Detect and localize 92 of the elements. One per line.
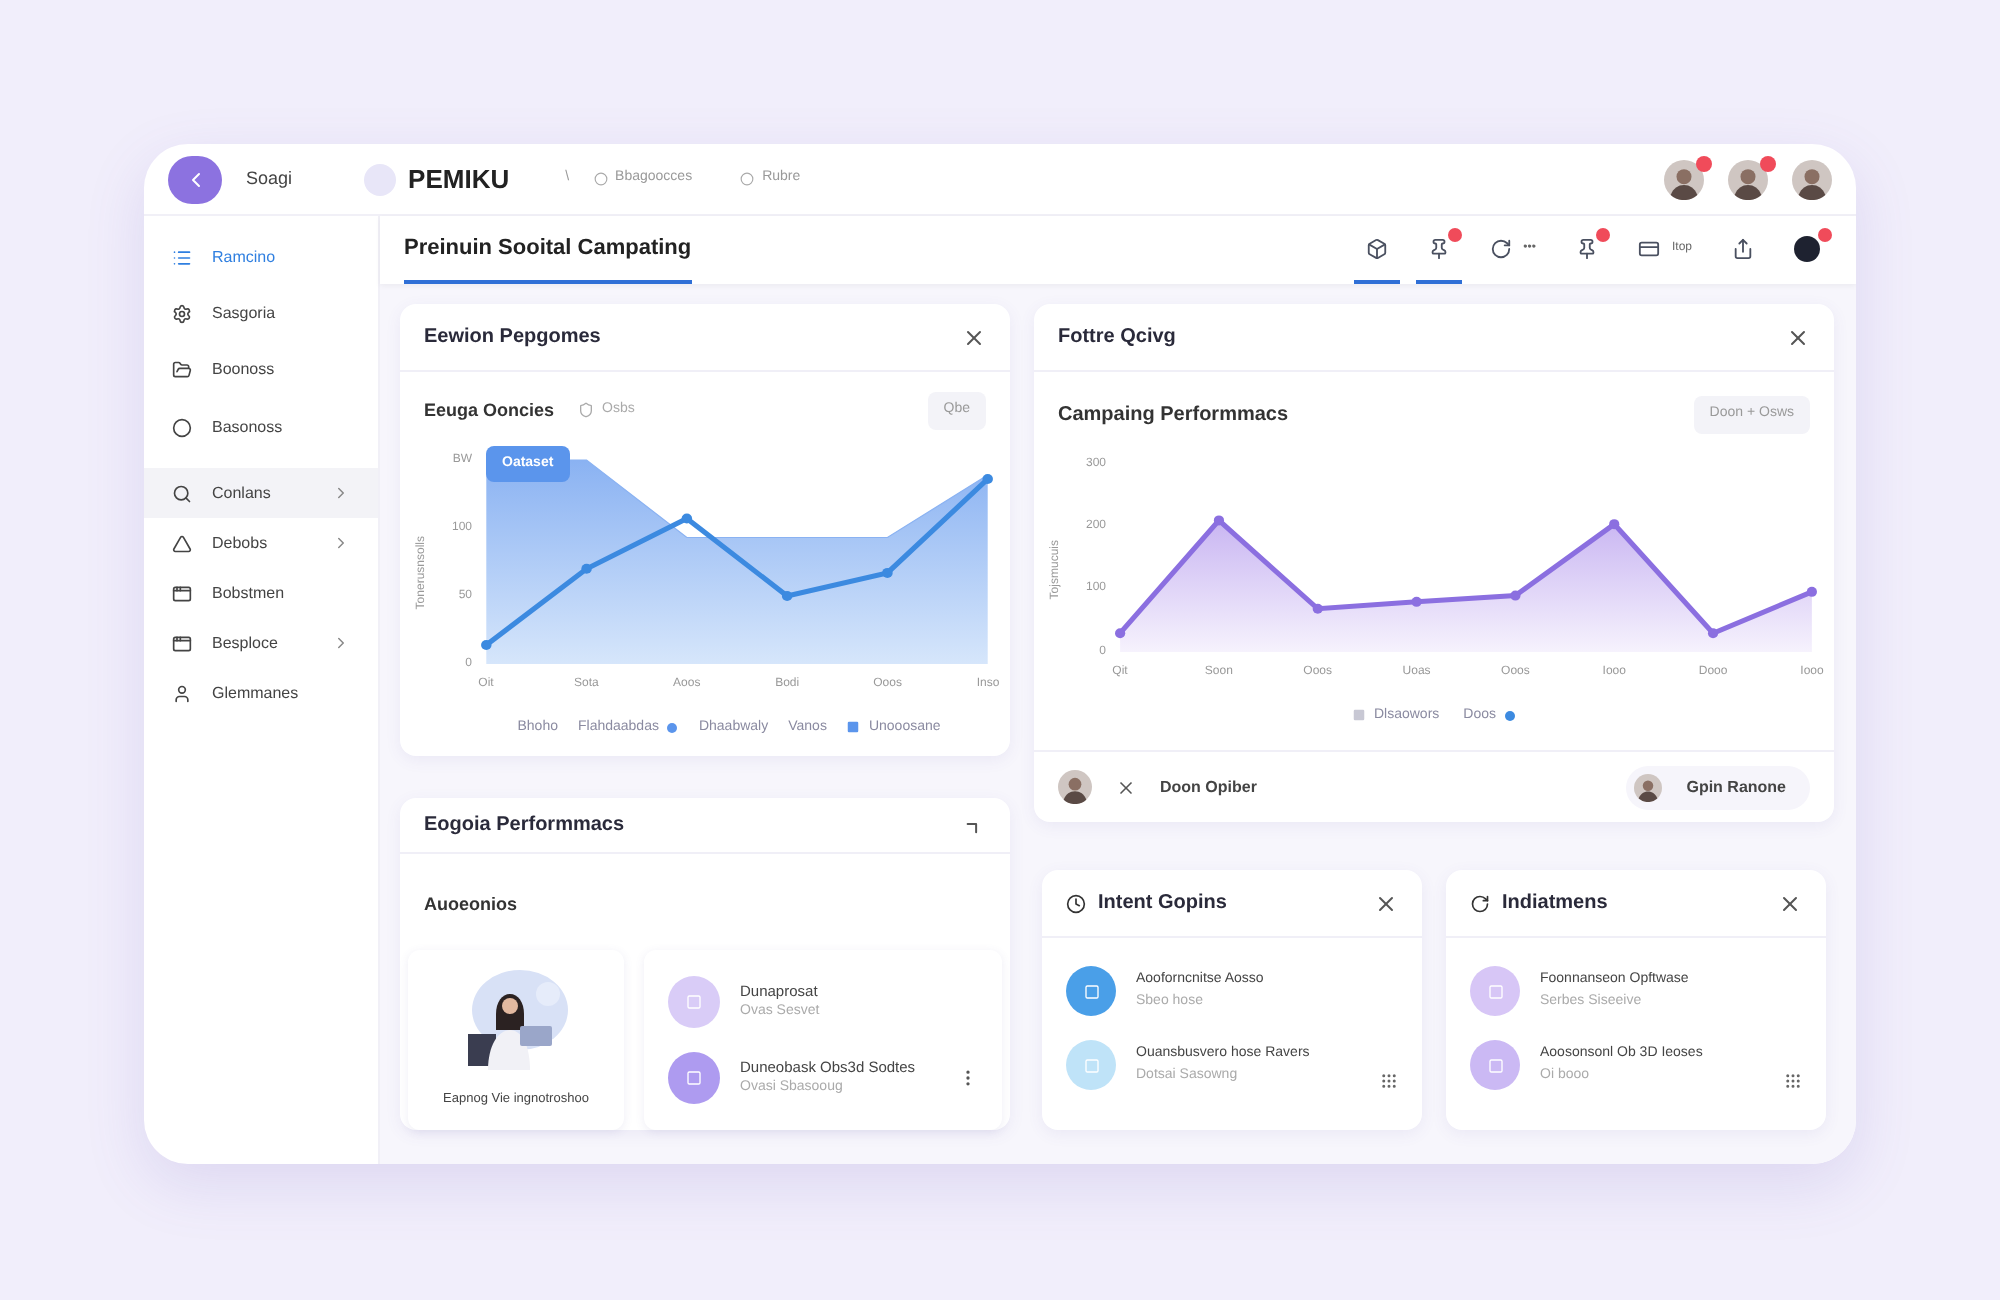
square-icon (686, 994, 702, 1010)
sidebar-label: Basonoss (212, 415, 285, 439)
notification-badge (1447, 228, 1462, 242)
shield-icon (578, 402, 595, 419)
legend-dot-icon (666, 721, 679, 734)
share-icon (1732, 237, 1754, 259)
card-title: Eewion Pepgomes (424, 324, 601, 352)
close-icon[interactable] (1786, 325, 1810, 349)
sidebar-label: Boonoss (212, 357, 277, 381)
close-icon[interactable] (1116, 777, 1136, 797)
card-icon (1637, 237, 1660, 259)
section-title: Auoeonios (424, 894, 517, 914)
avatar (1058, 770, 1092, 804)
card-title: Intent Gopins (1098, 890, 1227, 918)
close-icon[interactable] (1778, 891, 1802, 915)
triangle-icon (172, 533, 192, 553)
square-icon (1083, 1057, 1099, 1073)
sidebar-item[interactable]: Bobstmen (144, 568, 378, 618)
clock-icon (1066, 893, 1086, 913)
gear-icon (172, 303, 192, 323)
user-avatar[interactable] (1792, 159, 1832, 199)
grip-icon[interactable] (1380, 1072, 1398, 1090)
sidebar-item[interactable]: Basonoss (144, 402, 378, 452)
refresh-icon (1489, 237, 1512, 259)
refresh-icon (1470, 893, 1490, 913)
notification-badge (1760, 155, 1776, 171)
sidebar-label: Bobstmen (212, 581, 287, 605)
grip-icon[interactable] (1784, 1072, 1802, 1090)
box-icon (1365, 237, 1388, 259)
point (1609, 518, 1620, 529)
sidebar-label: Sasgoria (212, 301, 278, 325)
avatar (1634, 773, 1663, 801)
card-title: Indiatmens (1502, 890, 1608, 918)
legend-square-icon (846, 720, 861, 735)
close-icon[interactable] (1374, 891, 1398, 915)
window-icon (172, 583, 192, 603)
chevron-right-icon (332, 634, 350, 652)
point (1411, 595, 1422, 606)
point (1707, 627, 1719, 638)
sidebar-item[interactable]: Boonoss (144, 344, 378, 394)
logo-icon (364, 163, 397, 195)
square-icon (686, 1070, 702, 1086)
notification-badge (1595, 228, 1610, 242)
list-icon (172, 247, 192, 267)
user-pill[interactable]: Gpin Ranone (1626, 765, 1810, 809)
circle-icon (740, 172, 755, 186)
sidebar-label: Glemmanes (212, 681, 301, 705)
point (1806, 585, 1817, 596)
brand-name: PEMIKU (408, 161, 512, 198)
legend-square-icon (1351, 708, 1366, 723)
sidebar-item[interactable]: Glemmanes (144, 668, 378, 718)
legend-dot-icon (1504, 709, 1517, 722)
chart-title: Campaing Performmacs (1058, 401, 1289, 430)
close-icon[interactable] (962, 325, 986, 349)
user-icon (172, 683, 192, 703)
avatar (1664, 159, 1704, 199)
square-icon (1083, 983, 1099, 999)
chevron-right-icon (332, 534, 350, 552)
pin-icon (1575, 237, 1598, 259)
notification-badge (1696, 155, 1712, 171)
notification-badge (1818, 228, 1832, 242)
point (1510, 589, 1521, 600)
sidebar-label: Besploce (212, 631, 280, 655)
back-button[interactable] (168, 155, 222, 203)
circle-icon (172, 417, 192, 437)
sidebar-item[interactable]: Besploce (144, 618, 378, 668)
square-icon (1487, 1057, 1503, 1073)
point (1213, 514, 1225, 525)
window-icon (172, 633, 192, 653)
card-title: Eogoia Performmacs (424, 812, 625, 840)
footer-name: Doon Opiber (1160, 775, 1257, 799)
page-title[interactable]: Preinuin Sooital Campating (404, 216, 692, 284)
avatar (1728, 159, 1768, 199)
sidebar-label: Ramcino (212, 245, 278, 269)
point (1312, 602, 1323, 613)
sidebar-item[interactable]: Sasgoria (144, 288, 378, 338)
chevron-right-icon (332, 484, 350, 502)
chart-title: Eeuga Ooncies (424, 397, 555, 424)
avatar (1792, 159, 1832, 199)
folder-icon (172, 359, 192, 379)
search-icon (172, 483, 192, 503)
sidebar-label: Conlans (212, 481, 273, 505)
card-title: Fottre Qcivg (1058, 324, 1176, 352)
sidebar-item[interactable]: Conlans (144, 468, 378, 518)
sidebar-item[interactable]: Debobs (144, 518, 378, 568)
square-icon (1487, 983, 1503, 999)
pin-icon (1427, 237, 1450, 259)
circle-icon (593, 172, 608, 186)
app-label: Soagi (246, 165, 295, 192)
sidebar-label: Debobs (212, 531, 270, 555)
point (1115, 627, 1126, 638)
sidebar-item[interactable]: Ramcino (144, 232, 378, 282)
